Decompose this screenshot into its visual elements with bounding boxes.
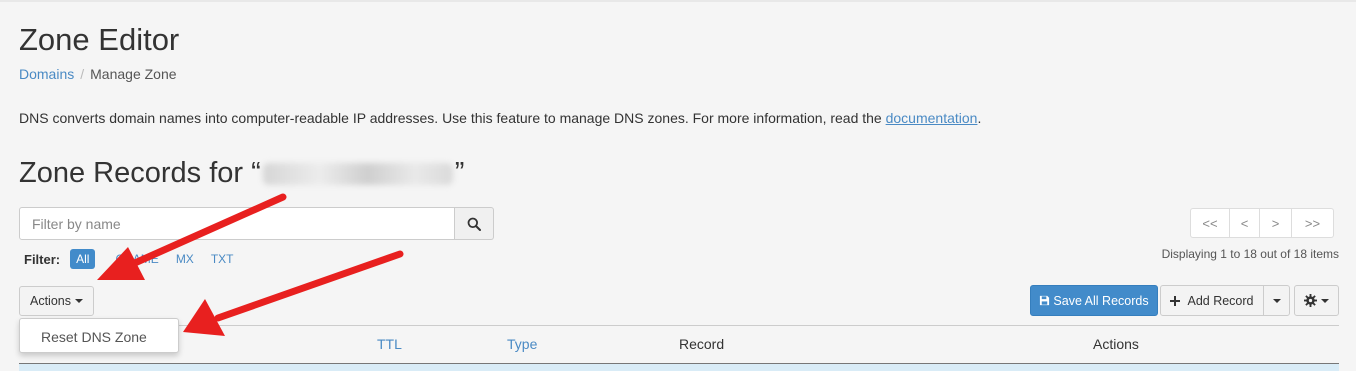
documentation-link[interactable]: documentation	[886, 110, 978, 126]
reset-dns-zone-menu-item[interactable]: Reset DNS Zone	[19, 318, 179, 353]
zone-records-heading: Zone Records for “ ”	[19, 157, 464, 190]
filter-cname[interactable]: CNAME	[115, 252, 158, 266]
zone-title-suffix: ”	[454, 157, 465, 189]
top-border	[0, 0, 1356, 2]
add-record-button[interactable]: Add Record	[1160, 285, 1264, 316]
redacted-domain-name	[262, 163, 453, 186]
actions-column-header: Actions	[1093, 336, 1139, 352]
zone-records-table-header: TTL Type Record Actions	[19, 325, 1339, 365]
breadcrumb: Domains / Manage Zone	[19, 66, 177, 82]
sort-by-ttl[interactable]: TTL	[377, 336, 402, 352]
pagination-summary: Displaying 1 to 18 out of 18 items	[1161, 247, 1339, 261]
description-end: .	[977, 110, 982, 126]
save-all-records-button[interactable]: Save All Records	[1030, 285, 1158, 316]
table-row[interactable]	[19, 364, 1339, 371]
zone-title-prefix: Zone Records for “	[19, 157, 261, 189]
add-record-label: Add Record	[1187, 293, 1254, 308]
gear-icon	[1304, 294, 1317, 307]
page-description: DNS converts domain names into computer-…	[19, 110, 981, 126]
plus-icon	[1170, 295, 1181, 306]
next-page-button[interactable]: >	[1260, 208, 1292, 238]
record-column-header: Record	[679, 336, 725, 352]
first-page-button[interactable]: <<	[1190, 208, 1230, 238]
floppy-disk-icon	[1040, 295, 1050, 306]
breadcrumb-domains-link[interactable]: Domains	[19, 66, 74, 82]
filter-label: Filter:	[24, 251, 61, 267]
last-page-button[interactable]: >>	[1292, 208, 1334, 238]
prev-page-button[interactable]: <	[1230, 208, 1260, 238]
filter-mx[interactable]: MX	[176, 252, 194, 266]
settings-button[interactable]	[1294, 285, 1339, 316]
breadcrumb-current: Manage Zone	[90, 66, 177, 82]
sort-by-type[interactable]: Type	[507, 336, 537, 352]
pagination: << < > >>	[1190, 208, 1334, 238]
add-record-options-button[interactable]	[1263, 285, 1290, 316]
actions-dropdown-button[interactable]: Actions	[19, 286, 94, 316]
search-input[interactable]	[19, 207, 455, 240]
save-all-label: Save All Records	[1053, 293, 1149, 308]
actions-label: Actions	[30, 294, 71, 308]
search-icon	[467, 217, 481, 231]
record-type-filter: Filter: All CNAME MX TXT	[24, 249, 250, 269]
filter-txt[interactable]: TXT	[211, 252, 234, 266]
breadcrumb-separator: /	[80, 66, 85, 82]
chevron-down-icon	[1272, 298, 1281, 303]
description-text: DNS converts domain names into computer-…	[19, 110, 886, 126]
page-title: Zone Editor	[19, 22, 180, 57]
chevron-down-icon	[1321, 298, 1329, 303]
filter-all[interactable]: All	[70, 249, 96, 269]
search-button[interactable]	[455, 207, 494, 240]
chevron-down-icon	[75, 299, 83, 303]
search-group	[19, 207, 494, 240]
